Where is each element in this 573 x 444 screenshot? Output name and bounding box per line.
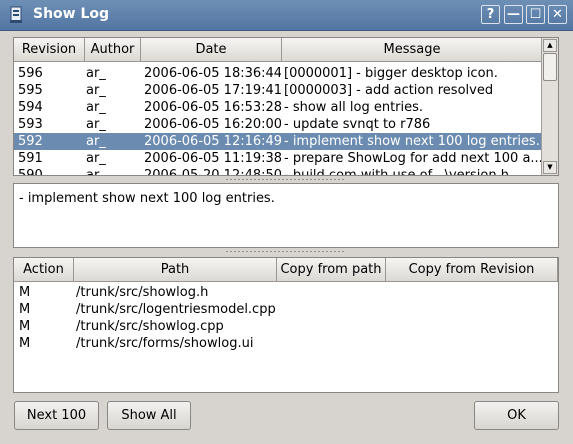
log-row[interactable]: 595 ar_ 2006-06-05 17:19:41 [0000003] - add… bbox=[14, 82, 543, 99]
message-cell: - show all log entries. bbox=[284, 100, 424, 115]
path-row[interactable]: M/trunk/src/showlog.cpp bbox=[14, 318, 558, 335]
revision-cell: 593 bbox=[18, 117, 43, 132]
author-cell: ar_ bbox=[86, 168, 106, 176]
paths-list[interactable]: Action Path Copy from path Copy from Rev… bbox=[13, 257, 559, 393]
date-cell: 2006-05-20 12:48:50 bbox=[144, 168, 281, 176]
splitter-handle-bottom[interactable] bbox=[225, 250, 345, 253]
show-all-button[interactable]: Show All bbox=[107, 401, 191, 430]
col-date[interactable]: Date bbox=[141, 38, 282, 62]
revision-cell: 592 bbox=[18, 134, 43, 149]
path-cell: /trunk/src/showlog.h bbox=[76, 285, 209, 300]
log-row[interactable]: 596 ar_ 2006-06-05 18:36:44 [0000001] - big… bbox=[14, 65, 543, 82]
log-row[interactable]: 593 ar_ 2006-06-05 16:20:00- update svnqt … bbox=[14, 116, 543, 133]
down-arrow-icon[interactable]: ▼ bbox=[543, 161, 557, 174]
message-cell: - prepare ShowLog for add next 100 a... bbox=[284, 151, 541, 166]
path-cell: /trunk/src/showlog.cpp bbox=[76, 319, 224, 334]
message-box[interactable]: - implement show next 100 log entries. bbox=[13, 183, 559, 248]
col-path[interactable]: Path bbox=[74, 258, 277, 282]
date-cell: 2006-06-05 12:16:49 bbox=[144, 134, 281, 149]
date-cell: 2006-06-05 18:36:44 bbox=[144, 66, 281, 81]
revision-cell: 594 bbox=[18, 100, 43, 115]
path-cell: /trunk/src/logentriesmodel.cpp bbox=[76, 302, 276, 317]
action-cell: M bbox=[19, 319, 31, 334]
path-row[interactable]: M/trunk/src/logentriesmodel.cpp bbox=[14, 301, 558, 318]
col-message[interactable]: Message bbox=[282, 38, 543, 62]
date-cell: 2006-06-05 16:20:00 bbox=[144, 117, 281, 132]
col-copy-from-path[interactable]: Copy from path bbox=[277, 258, 386, 282]
revision-cell: 596 bbox=[18, 66, 43, 81]
minimize-button[interactable]: — bbox=[504, 5, 523, 24]
log-row[interactable]: 592 ar_ 2006-06-05 12:16:49- implement sho… bbox=[14, 133, 543, 150]
scroll-thumb[interactable] bbox=[543, 53, 557, 81]
author-cell: ar_ bbox=[86, 83, 106, 98]
col-action[interactable]: Action bbox=[14, 258, 74, 282]
date-cell: 2006-06-05 11:19:38 bbox=[144, 151, 281, 166]
splitter-handle-top[interactable] bbox=[225, 178, 345, 181]
log-row[interactable]: 594 ar_ 2006-06-05 16:53:28- show all log … bbox=[14, 99, 543, 116]
message-text: - implement show next 100 log entries. bbox=[19, 191, 275, 206]
message-cell: - update svnqt to r786 bbox=[284, 117, 431, 132]
next-100-button[interactable]: Next 100 bbox=[14, 401, 99, 430]
log-row[interactable]: 590 ar_ 2006-05-20 12:48:50- build.com wit… bbox=[14, 167, 543, 176]
revision-cell: 595 bbox=[18, 83, 43, 98]
action-cell: M bbox=[19, 336, 31, 351]
message-cell: [0000003] - add action resolved bbox=[284, 83, 494, 98]
help-button[interactable]: ? bbox=[481, 5, 500, 24]
col-copy-from-revision[interactable]: Copy from Revision bbox=[386, 258, 558, 282]
date-cell: 2006-06-05 17:19:41 bbox=[144, 83, 281, 98]
log-scrollbar[interactable]: ▲ ▼ bbox=[541, 38, 558, 175]
path-cell: /trunk/src/forms/showlog.ui bbox=[76, 336, 254, 351]
message-cell: - implement show next 100 log entries. bbox=[284, 134, 540, 149]
close-button[interactable]: ✕ bbox=[548, 5, 567, 24]
col-author[interactable]: Author bbox=[85, 38, 141, 62]
author-cell: ar_ bbox=[86, 134, 106, 149]
title-bar[interactable]: Show Log ? — ☐ ✕ bbox=[0, 0, 573, 31]
revision-cell: 590 bbox=[18, 168, 43, 176]
revision-cell: 591 bbox=[18, 151, 43, 166]
up-arrow-icon[interactable]: ▲ bbox=[543, 39, 557, 52]
date-cell: 2006-06-05 16:53:28 bbox=[144, 100, 281, 115]
col-revision[interactable]: Revision bbox=[14, 38, 85, 62]
author-cell: ar_ bbox=[86, 117, 106, 132]
message-cell: [0000001] - bigger desktop icon. bbox=[284, 66, 498, 81]
author-cell: ar_ bbox=[86, 151, 106, 166]
action-cell: M bbox=[19, 285, 31, 300]
app-icon bbox=[10, 6, 22, 23]
window-title: Show Log bbox=[33, 6, 110, 22]
ok-button[interactable]: OK bbox=[474, 401, 559, 430]
log-list[interactable]: Revision Author Date Message 596 ar_ 2006-… bbox=[13, 37, 559, 176]
maximize-button[interactable]: ☐ bbox=[526, 5, 545, 24]
message-cell: - build.com with use of ..\version.h bbox=[284, 168, 509, 176]
author-cell: ar_ bbox=[86, 66, 106, 81]
path-row[interactable]: M/trunk/src/forms/showlog.ui bbox=[14, 335, 558, 352]
log-row[interactable]: 591 ar_ 2006-06-05 11:19:38- prepare ShowL… bbox=[14, 150, 543, 167]
author-cell: ar_ bbox=[86, 100, 106, 115]
action-cell: M bbox=[19, 302, 31, 317]
path-row[interactable]: M/trunk/src/showlog.h bbox=[14, 284, 558, 301]
